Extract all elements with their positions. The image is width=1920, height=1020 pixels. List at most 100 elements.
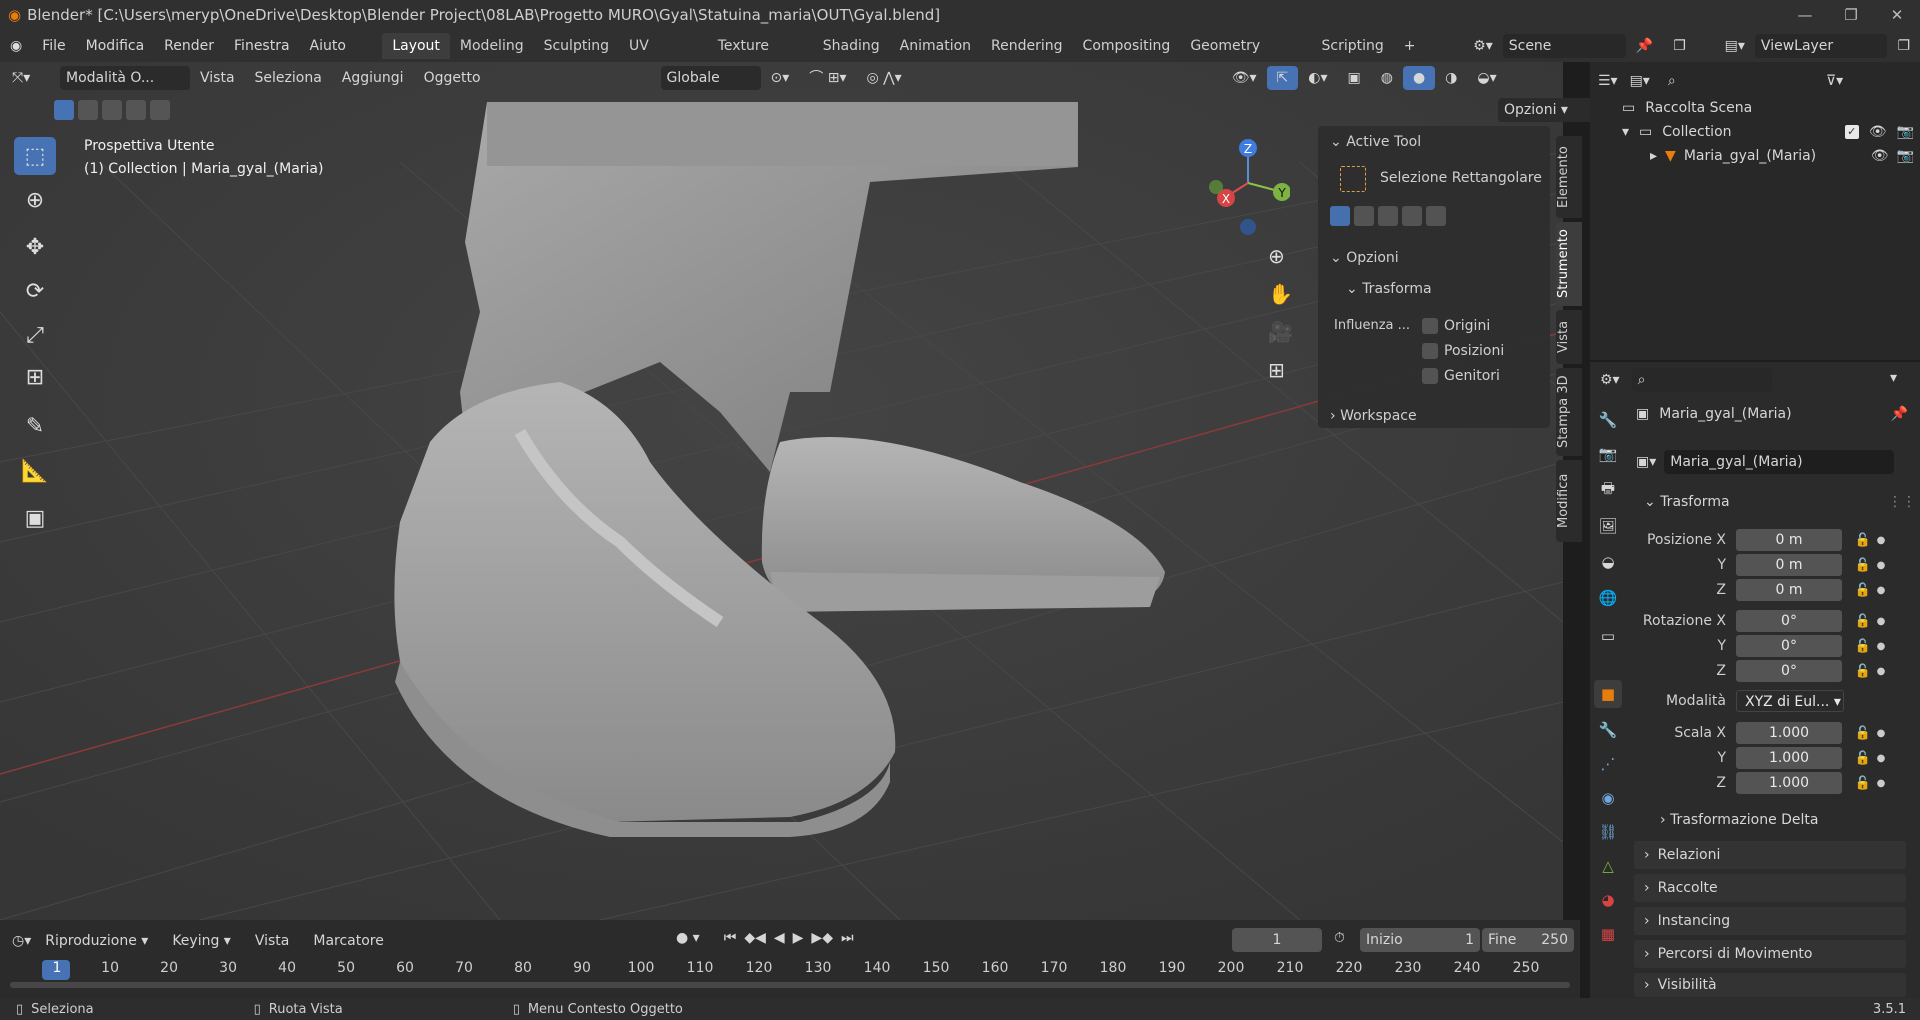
view-layer-field[interactable]: ViewLayer (1754, 34, 1888, 58)
editor-type-icon[interactable]: ⤧▾ (12, 70, 46, 86)
scene-props-icon[interactable]: ◒ (1594, 548, 1622, 576)
shading-material-icon[interactable]: ◑ (1435, 62, 1467, 94)
keyframe-dot-icon[interactable]: ● (1874, 728, 1888, 739)
collection-checkbox[interactable]: ✓ (1844, 125, 1859, 139)
view-layer-icon[interactable]: ▤▾ (1715, 30, 1755, 62)
pivot-icon[interactable]: ⊙▾ (761, 62, 800, 94)
checkbox-posizioni[interactable]: Posizioni (1422, 343, 1504, 359)
object-browse-icon[interactable]: ▣▾ (1636, 454, 1656, 470)
scale-z-field[interactable]: 1.000 (1736, 772, 1842, 794)
maximize-button[interactable]: ❐ (1828, 0, 1874, 30)
tab-uv-editing[interactable]: UV Editing (619, 33, 708, 80)
material-props-icon[interactable]: ◕ (1594, 886, 1622, 914)
end-frame-field[interactable]: Fine 250 (1482, 928, 1574, 952)
checkbox-genitori[interactable]: Genitori (1422, 368, 1500, 384)
rotation-z-field[interactable]: 0° (1736, 660, 1842, 682)
data-props-icon[interactable]: △ (1594, 852, 1622, 880)
pin-icon[interactable]: 📌 (1891, 406, 1908, 422)
location-z-field[interactable]: 0 m (1736, 579, 1842, 601)
menu-riproduzione[interactable]: Riproduzione ▾ (35, 925, 158, 957)
trasforma-header[interactable]: ⌄ Trasforma (1346, 281, 1432, 297)
mode-extend-icon[interactable] (1354, 206, 1374, 226)
tab-modeling[interactable]: Modeling (450, 33, 534, 59)
tab-rendering[interactable]: Rendering (981, 33, 1073, 59)
location-x-field[interactable]: 0 m (1736, 529, 1842, 551)
tab-compositing[interactable]: Compositing (1073, 33, 1181, 59)
select-subtract-icon[interactable] (102, 100, 122, 120)
new-scene-icon[interactable]: ❐ (1663, 30, 1696, 62)
ortho-toggle-icon[interactable]: ⊞ (1268, 358, 1285, 382)
object-name-field[interactable]: Maria_gyal_(Maria) (1664, 450, 1895, 474)
keyframe-dot-icon[interactable]: ● (1874, 535, 1888, 546)
select-intersect-icon[interactable] (150, 100, 170, 120)
select-box-tool-icon[interactable]: ⬚ (14, 137, 56, 175)
tab-vista[interactable]: Vista (1556, 310, 1582, 364)
shading-wireframe-icon[interactable]: ◍ (1371, 62, 1403, 94)
cursor-tool-icon[interactable]: ⊕ (14, 181, 56, 219)
keyframe-dot-icon[interactable]: ● (1874, 585, 1888, 596)
lock-icon[interactable]: 🔓 (1852, 583, 1874, 598)
panel-instancing[interactable]: › Instancing (1634, 907, 1906, 935)
keyframe-dot-icon[interactable]: ● (1874, 778, 1888, 789)
menu-finestra[interactable]: Finestra (224, 30, 300, 62)
mode-invert-icon[interactable] (1402, 206, 1422, 226)
camera-view-icon[interactable]: 🎥 (1268, 320, 1293, 344)
keyframe-dot-icon[interactable]: ● (1874, 666, 1888, 677)
location-y-field[interactable]: 0 m (1736, 554, 1842, 576)
display-mode-icon[interactable]: ▤▾ (1630, 73, 1650, 89)
tab-sculpting[interactable]: Sculpting (534, 33, 619, 59)
visibility-icon[interactable]: 👁▾ (1222, 62, 1267, 94)
pan-hand-icon[interactable]: ✋ (1268, 282, 1293, 306)
lock-icon[interactable]: 🔓 (1852, 533, 1874, 548)
panel-percorsi-movimento[interactable]: › Percorsi di Movimento (1634, 940, 1906, 968)
mode-subtract-icon[interactable] (1378, 206, 1398, 226)
menu-render[interactable]: Render (154, 30, 224, 62)
keyframe-dot-icon[interactable]: ● (1874, 753, 1888, 764)
overlay-toggle-icon[interactable]: ◐▾ (1298, 62, 1337, 94)
proportional-edit-icon[interactable]: ◎ ⋀▾ (857, 62, 912, 94)
texture-props-icon[interactable]: ▦ (1594, 920, 1622, 948)
add-workspace-icon[interactable]: + (1394, 33, 1426, 59)
annotate-tool-icon[interactable]: ✎ (14, 407, 56, 445)
modifier-props-icon[interactable]: 🔧 (1594, 716, 1622, 744)
shading-solid-icon[interactable]: ● (1402, 66, 1436, 90)
object-props-icon[interactable]: ■ (1594, 680, 1622, 708)
menu-marcatore[interactable]: Marcatore (303, 925, 394, 957)
tool-props-icon[interactable]: 🔧 (1594, 406, 1622, 434)
play-icon[interactable]: ▶ (793, 930, 804, 946)
tab-shading[interactable]: Shading (813, 33, 890, 59)
tab-stampa-3d[interactable]: Stampa 3D (1556, 368, 1582, 456)
mode-intersect-icon[interactable] (1426, 206, 1446, 226)
new-view-layer-icon[interactable]: ❐ (1887, 30, 1920, 62)
tab-modifica[interactable]: Modifica (1556, 460, 1582, 542)
timeline-editor-icon[interactable]: ◷▾ (12, 933, 31, 949)
properties-search-input[interactable]: ⌕ (1631, 368, 1772, 392)
view-layer-props-icon[interactable]: 🖼 (1594, 512, 1622, 540)
tab-scripting[interactable]: Scripting (1312, 33, 1394, 59)
lock-icon[interactable]: 🔓 (1852, 614, 1874, 629)
snap-icon[interactable]: ⌒ ⊞▾ (799, 62, 856, 94)
select-new-icon[interactable] (54, 100, 74, 120)
lock-icon[interactable]: 🔓 (1852, 776, 1874, 791)
outliner-collection-row[interactable]: ▾ ▭ Collection ✓ 👁 📷 (1622, 124, 1920, 140)
play-reverse-icon[interactable]: ◀ (774, 930, 785, 946)
timeline-scrollbar[interactable] (10, 982, 1570, 988)
output-props-icon[interactable]: 🖶 (1594, 476, 1622, 504)
panel-raccolte[interactable]: › Raccolte (1634, 874, 1906, 902)
menu-aggiungi[interactable]: Aggiungi (332, 62, 414, 94)
select-extend-icon[interactable] (78, 100, 98, 120)
next-keyframe-icon[interactable]: ▶◆ (811, 930, 833, 946)
menu-seleziona[interactable]: Seleziona (245, 62, 332, 94)
render-props-icon[interactable]: 📷 (1594, 440, 1622, 468)
mode-selector[interactable]: Modalità O... (60, 66, 190, 90)
navigation-gizmo[interactable]: Z Y X (1200, 135, 1290, 245)
menu-oggetto[interactable]: Oggetto (414, 62, 491, 94)
scale-tool-icon[interactable]: ⤢ (14, 316, 56, 354)
menu-vista-timeline[interactable]: Vista (245, 925, 300, 957)
scale-x-field[interactable]: 1.000 (1736, 722, 1842, 744)
scale-y-field[interactable]: 1.000 (1736, 747, 1842, 769)
rotate-tool-icon[interactable]: ⟳ (14, 272, 56, 310)
menu-file[interactable]: File (32, 30, 75, 62)
menu-aiuto[interactable]: Aiuto (300, 30, 356, 62)
workspace-header[interactable]: › Workspace (1330, 408, 1417, 424)
